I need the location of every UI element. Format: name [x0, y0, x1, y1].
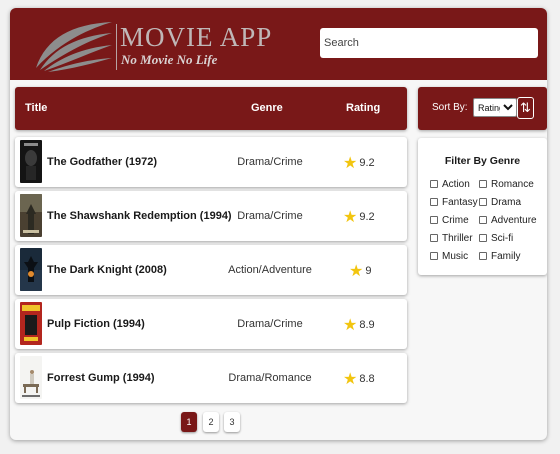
- column-header-genre[interactable]: Genre: [251, 102, 283, 114]
- star-icon: ★: [343, 371, 358, 388]
- poster-pulp-fiction: [20, 302, 42, 345]
- filter-option-thriller[interactable]: Thriller: [430, 233, 473, 244]
- movie-title[interactable]: Pulp Fiction (1994): [47, 318, 145, 330]
- star-icon: ★: [349, 263, 364, 280]
- checkbox[interactable]: [479, 252, 487, 260]
- movie-rating: ★ 8.9: [343, 315, 375, 335]
- filter-option-label: Fantasy: [442, 197, 478, 208]
- sort-order-button[interactable]: ⇅: [517, 97, 534, 119]
- filter-option-label: Romance: [491, 179, 534, 190]
- checkbox[interactable]: [479, 198, 487, 206]
- sort-bar: Sort By: Rating ⇅: [418, 87, 547, 130]
- star-icon: ★: [343, 317, 358, 334]
- movie-title[interactable]: The Shawshank Redemption (1994): [47, 210, 232, 222]
- filter-option-label: Adventure: [491, 215, 537, 226]
- filter-option-label: Crime: [442, 215, 469, 226]
- logo-wings-icon: [36, 22, 112, 72]
- checkbox[interactable]: [430, 198, 438, 206]
- page-button-2[interactable]: 2: [203, 412, 219, 432]
- checkbox[interactable]: [479, 180, 487, 188]
- movie-row[interactable]: The Godfather (1972) Drama/Crime ★ 9.2: [15, 137, 407, 187]
- star-icon: ★: [343, 209, 358, 226]
- rating-value: 9.2: [359, 157, 375, 169]
- movie-row[interactable]: Pulp Fiction (1994) Drama/Crime ★ 8.9: [15, 299, 407, 349]
- filter-option-family[interactable]: Family: [479, 251, 520, 262]
- filter-option-label: Drama: [491, 197, 522, 208]
- poster-dark-knight: [20, 248, 42, 291]
- filter-option-romance[interactable]: Romance: [479, 179, 534, 190]
- rating-value: 9: [365, 265, 372, 277]
- checkbox[interactable]: [430, 234, 438, 242]
- filter-option-label: Thriller: [442, 233, 473, 244]
- movie-rating: ★ 8.8: [343, 369, 375, 389]
- filter-option-music[interactable]: Music: [430, 251, 468, 262]
- filter-option-fantasy[interactable]: Fantasy: [430, 197, 478, 208]
- movie-title[interactable]: Forrest Gump (1994): [47, 372, 155, 384]
- filter-option-label: Music: [442, 251, 469, 262]
- sort-order-icon: ⇅: [520, 100, 531, 115]
- checkbox[interactable]: [430, 216, 438, 224]
- movie-genre: Drama/Crime: [237, 210, 303, 222]
- filter-option-label: Sci-fi: [491, 233, 514, 244]
- app-window: MOVIE APP No Movie No Life Title Genre R…: [10, 8, 547, 440]
- filter-option-adventure[interactable]: Adventure: [479, 215, 537, 226]
- page-button-3[interactable]: 3: [224, 412, 240, 432]
- checkbox[interactable]: [430, 180, 438, 188]
- sort-label: Sort By:: [432, 102, 468, 113]
- logo-divider: [116, 24, 117, 70]
- movie-rating: ★ 9.2: [343, 153, 375, 173]
- filter-title: Filter By Genre: [444, 155, 521, 167]
- filter-option-sci-fi[interactable]: Sci-fi: [479, 233, 513, 244]
- movie-genre: Action/Adventure: [228, 264, 312, 276]
- filter-option-label: Action: [442, 179, 470, 190]
- poster-forrest-gump: [20, 356, 42, 399]
- movie-title[interactable]: The Dark Knight (2008): [47, 264, 167, 276]
- checkbox[interactable]: [479, 234, 487, 242]
- movie-genre: Drama/Crime: [237, 156, 303, 168]
- app-slogan: No Movie No Life: [121, 52, 218, 67]
- movie-title[interactable]: The Godfather (1972): [47, 156, 157, 168]
- poster-shawshank: [20, 194, 42, 237]
- filter-option-drama[interactable]: Drama: [479, 197, 521, 208]
- filter-option-action[interactable]: Action: [430, 179, 470, 190]
- movie-table-header: Title Genre Rating: [15, 87, 407, 130]
- movie-genre: Drama/Romance: [228, 372, 312, 384]
- movie-row[interactable]: Forrest Gump (1994) Drama/Romance ★ 8.8: [15, 353, 407, 403]
- rating-value: 8.9: [359, 319, 375, 331]
- movie-rating: ★ 9.2: [343, 207, 375, 227]
- poster-godfather: [20, 140, 42, 183]
- movie-row[interactable]: The Dark Knight (2008) Action/Adventure …: [15, 245, 407, 295]
- genre-filter-panel: Filter By Genre Action Romance Fantasy D…: [418, 138, 547, 275]
- search-input[interactable]: [320, 28, 538, 58]
- page-button-1[interactable]: 1: [181, 412, 197, 432]
- column-header-rating[interactable]: Rating: [346, 102, 380, 114]
- movie-row[interactable]: The Shawshank Redemption (1994) Drama/Cr…: [15, 191, 407, 241]
- rating-value: 9.2: [359, 211, 375, 223]
- star-icon: ★: [343, 155, 358, 172]
- sort-select[interactable]: Rating: [473, 98, 517, 117]
- app-header: MOVIE APP No Movie No Life: [10, 8, 547, 80]
- column-header-title[interactable]: Title: [25, 102, 47, 114]
- filter-option-label: Family: [491, 251, 521, 262]
- movie-genre: Drama/Crime: [237, 318, 303, 330]
- checkbox[interactable]: [479, 216, 487, 224]
- rating-value: 8.8: [359, 373, 375, 385]
- app-logo-title: MOVIE APP: [120, 22, 273, 52]
- filter-option-crime[interactable]: Crime: [430, 215, 469, 226]
- movie-rating: ★ 9: [349, 261, 371, 281]
- checkbox[interactable]: [430, 252, 438, 260]
